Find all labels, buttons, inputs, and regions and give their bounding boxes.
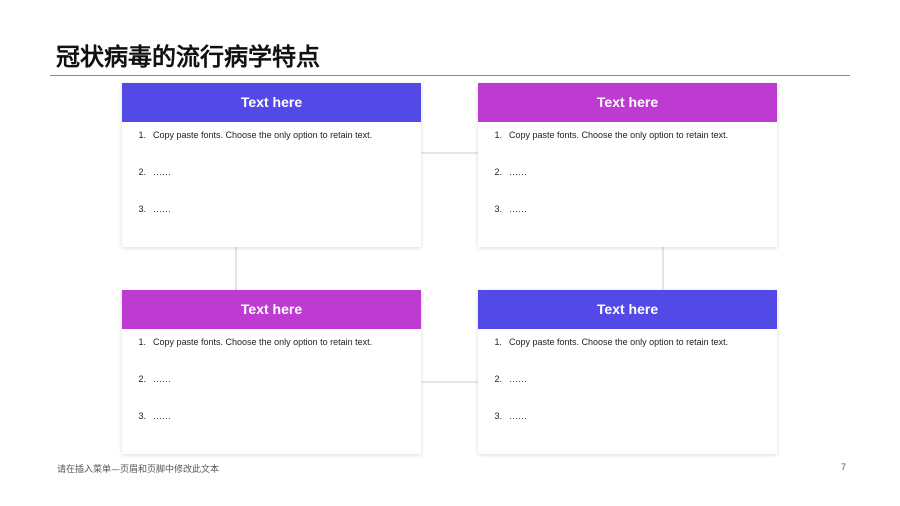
connector-right [662, 246, 664, 290]
list-item: 3. …… [485, 410, 765, 447]
list-item: 3. …… [485, 203, 765, 240]
item-number: 1. [494, 337, 502, 347]
item-text: …… [509, 204, 527, 214]
info-card-top-left: Text here 1. Copy paste fonts. Choose th… [122, 83, 421, 247]
item-number: 2. [494, 374, 502, 384]
list-item: 2. …… [485, 166, 765, 203]
item-text: Copy paste fonts. Choose the only option… [509, 337, 729, 347]
item-number: 3. [494, 411, 502, 421]
title-divider [50, 75, 850, 76]
slide: 冠状病毒的流行病学特点 Text here 1. Copy paste font… [0, 0, 900, 506]
connector-bottom [421, 381, 478, 383]
list-item: 2. …… [485, 373, 765, 410]
info-card-bottom-left: Text here 1. Copy paste fonts. Choose th… [122, 290, 421, 454]
card-header: Text here [122, 83, 421, 122]
connector-left [235, 246, 237, 290]
item-text: Copy paste fonts. Choose the only option… [509, 130, 729, 140]
item-number: 2. [138, 374, 146, 384]
slide-title: 冠状病毒的流行病学特点 [56, 43, 320, 71]
card-header: Text here [478, 83, 777, 122]
item-text: …… [153, 411, 171, 421]
item-text: …… [509, 411, 527, 421]
card-header: Text here [478, 290, 777, 329]
item-text: …… [153, 204, 171, 214]
item-number: 3. [138, 411, 146, 421]
card-list: 1. Copy paste fonts. Choose the only opt… [122, 122, 421, 240]
item-text: Copy paste fonts. Choose the only option… [153, 337, 373, 347]
item-text: …… [153, 374, 171, 384]
item-number: 2. [494, 167, 502, 177]
list-item: 2. …… [129, 373, 409, 410]
list-item: 2. …… [129, 166, 409, 203]
card-list: 1. Copy paste fonts. Choose the only opt… [122, 329, 421, 447]
item-number: 1. [138, 337, 146, 347]
item-number: 3. [494, 204, 502, 214]
list-item: 1. Copy paste fonts. Choose the only opt… [129, 129, 409, 166]
item-number: 1. [138, 130, 146, 140]
connector-top [421, 152, 478, 154]
item-number: 1. [494, 130, 502, 140]
info-card-top-right: Text here 1. Copy paste fonts. Choose th… [478, 83, 777, 247]
item-text: …… [509, 167, 527, 177]
card-header: Text here [122, 290, 421, 329]
item-text: Copy paste fonts. Choose the only option… [153, 130, 373, 140]
list-item: 1. Copy paste fonts. Choose the only opt… [485, 129, 765, 166]
card-list: 1. Copy paste fonts. Choose the only opt… [478, 329, 777, 447]
page-number: 7 [840, 462, 846, 472]
card-list: 1. Copy paste fonts. Choose the only opt… [478, 122, 777, 240]
list-item: 3. …… [129, 203, 409, 240]
list-item: 1. Copy paste fonts. Choose the only opt… [129, 336, 409, 373]
item-text: …… [153, 167, 171, 177]
footer-note: 请在插入菜单—页眉和页脚中修改此文本 [57, 465, 220, 475]
list-item: 3. …… [129, 410, 409, 447]
item-text: …… [509, 374, 527, 384]
list-item: 1. Copy paste fonts. Choose the only opt… [485, 336, 765, 373]
info-card-bottom-right: Text here 1. Copy paste fonts. Choose th… [478, 290, 777, 454]
item-number: 3. [138, 204, 146, 214]
item-number: 2. [138, 167, 146, 177]
